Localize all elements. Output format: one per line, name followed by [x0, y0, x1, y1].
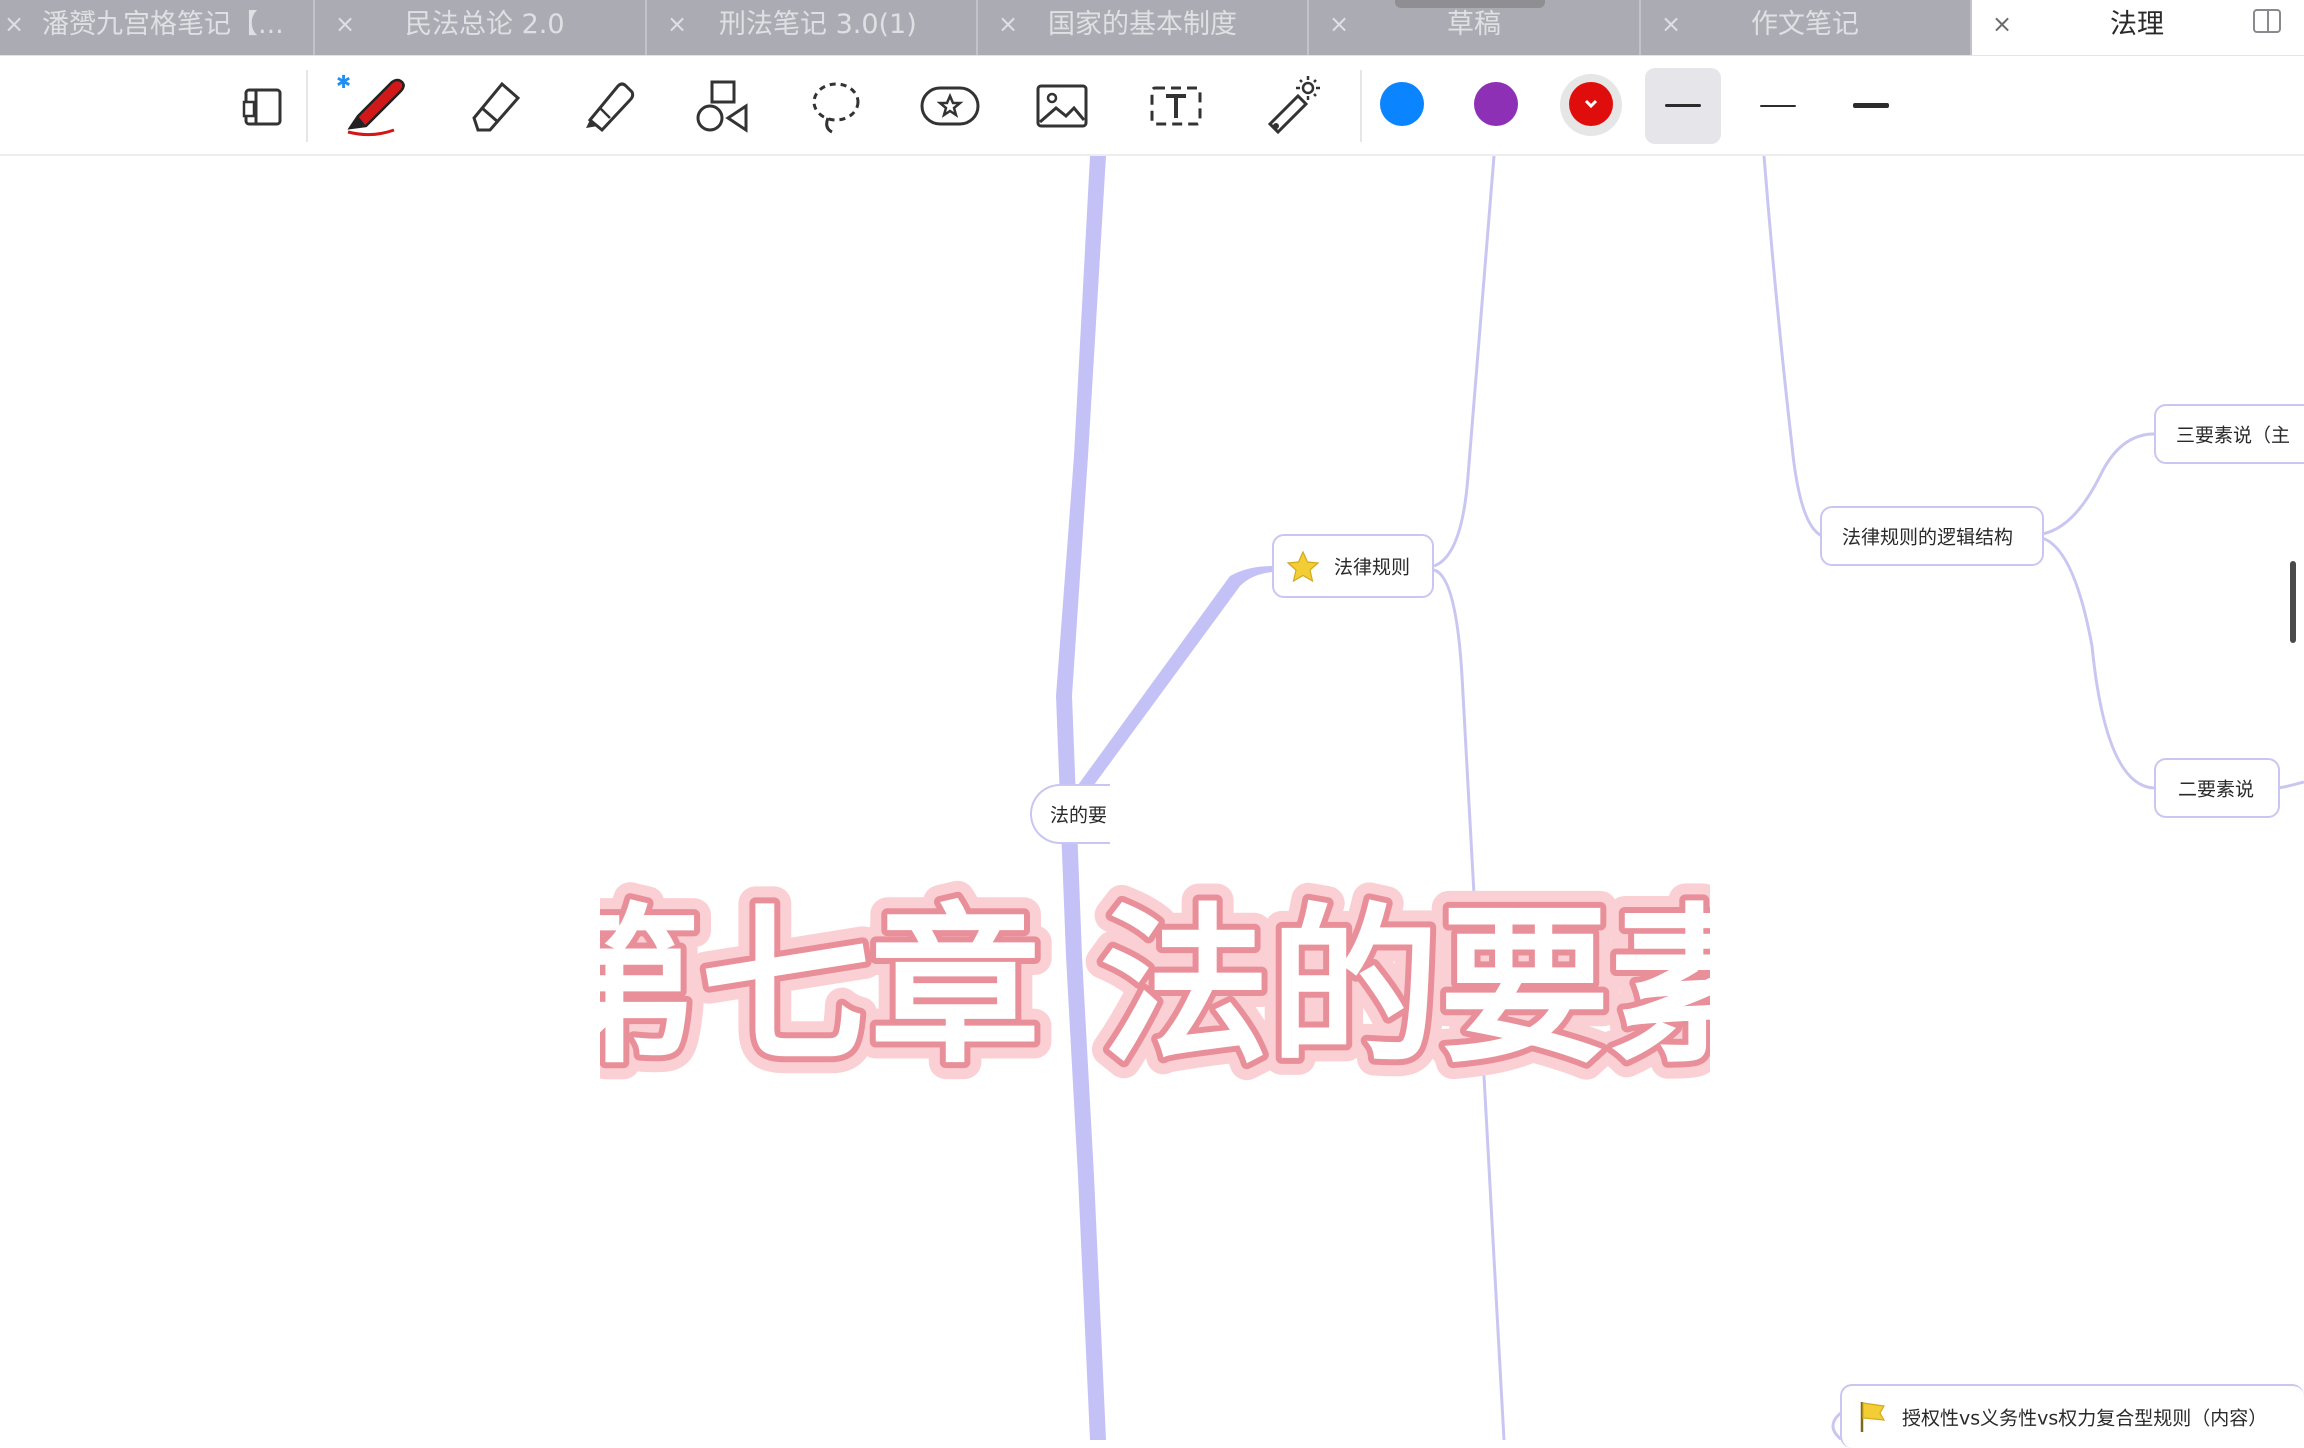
- chevron-down-icon: [1584, 99, 1598, 109]
- color-swatch-red[interactable]: [1569, 82, 1613, 126]
- branch-rule-up: [1433, 156, 1496, 568]
- tab-close-icon[interactable]: ×: [2, 10, 26, 38]
- stroke-preview: [1665, 104, 1701, 107]
- stroke-preview: [1853, 103, 1889, 108]
- multitask-handle[interactable]: [1395, 0, 1545, 8]
- mindmap-canvas[interactable]: 法的要 法律规则 法律规则的逻辑结构 三要素说（主 二要素说 授权性vs义务性v…: [0, 156, 2304, 1448]
- branch-to-two: [2041, 536, 2155, 790]
- lasso-icon[interactable]: [798, 68, 874, 144]
- tab-label: 国家的基本制度: [1048, 9, 1237, 40]
- node-label: 法律规则: [1334, 556, 1411, 579]
- mindmap-node-rule[interactable]: 法律规则: [1272, 534, 1434, 598]
- image-icon[interactable]: [1024, 68, 1100, 144]
- tab-close-icon[interactable]: ×: [665, 10, 689, 38]
- stroke-width-thick[interactable]: [1833, 68, 1909, 144]
- flag-icon: [1860, 1402, 1886, 1432]
- laser-pointer-icon[interactable]: [1252, 68, 1328, 144]
- mindmap-node-three-elements[interactable]: 三要素说（主: [2154, 404, 2304, 464]
- tab-label: 法理: [2110, 9, 2164, 40]
- drawing-toolbar: ✱: [0, 56, 2304, 156]
- branch-to-three: [2041, 432, 2155, 536]
- chapter-title-text: 第七章 法的要素: [600, 889, 1710, 1087]
- mindmap-node-central[interactable]: 法的要: [1030, 784, 1110, 844]
- split-view-icon[interactable]: [2252, 8, 2282, 34]
- tab-close-icon[interactable]: ×: [1659, 10, 1683, 38]
- tab-label: 作文笔记: [1751, 9, 1859, 40]
- node-label: 法律规则的逻辑结构: [1842, 526, 2014, 549]
- tab-label: 潘赟九宫格笔记【...: [42, 9, 284, 40]
- highlighter-icon[interactable]: [570, 68, 646, 144]
- node-label: 授权性vs义务性vs权力复合型规则（内容）: [1902, 1407, 2268, 1430]
- tab-5[interactable]: × 作文笔记: [1641, 0, 1972, 55]
- tab-label: 草稿: [1447, 9, 1501, 40]
- branch-logic-up: [1762, 156, 1823, 538]
- mindmap-branches: [1056, 156, 2304, 1440]
- tab-2[interactable]: × 刑法笔记 3.0(1): [647, 0, 978, 55]
- mindmap-node-logic-structure[interactable]: 法律规则的逻辑结构: [1820, 506, 2044, 566]
- branch-to-rule: [1070, 566, 1272, 804]
- eraser-icon[interactable]: [456, 68, 532, 144]
- mindmap-node-rule-types[interactable]: 授权性vs义务性vs权力复合型规则（内容）: [1840, 1384, 2304, 1448]
- pen-icon[interactable]: ✱: [336, 68, 412, 144]
- star-icon: [1286, 550, 1320, 583]
- node-label: 三要素说（主: [2176, 424, 2291, 447]
- color-swatch-blue[interactable]: [1380, 82, 1424, 126]
- tab-bar: × 潘赟九宫格笔记【... × 民法总论 2.0 × 刑法笔记 3.0(1) ×…: [0, 0, 2304, 56]
- tab-close-icon[interactable]: ×: [1327, 10, 1351, 38]
- sticker-icon[interactable]: [912, 68, 988, 144]
- toolbar-divider: [306, 70, 308, 142]
- tab-close-icon[interactable]: ×: [1990, 10, 2014, 38]
- text-box-icon[interactable]: [1138, 68, 1214, 144]
- tab-close-icon[interactable]: ×: [996, 10, 1020, 38]
- color-swatch-purple[interactable]: [1474, 82, 1518, 126]
- shapes-icon[interactable]: [684, 68, 760, 144]
- page-view-icon[interactable]: [224, 68, 300, 144]
- node-label: 二要素说: [2178, 778, 2255, 801]
- tab-close-icon[interactable]: ×: [333, 10, 357, 38]
- mindmap-node-two-elements[interactable]: 二要素说: [2154, 758, 2280, 818]
- node-label: 法的要: [1050, 804, 1108, 827]
- tab-1[interactable]: × 民法总论 2.0: [315, 0, 647, 55]
- branch-two-right: [2277, 780, 2304, 790]
- chapter-title-overlay: 第七章 法的要素 第七章 法的要素 第七章 法的要素: [600, 876, 1710, 1104]
- stroke-width-medium[interactable]: [1645, 68, 1721, 144]
- svg-text:✱: ✱: [336, 72, 351, 93]
- scrollbar-thumb[interactable]: [2290, 561, 2296, 643]
- stroke-preview: [1760, 105, 1796, 107]
- tab-3[interactable]: × 国家的基本制度: [978, 0, 1309, 55]
- tab-label: 民法总论 2.0: [405, 9, 565, 40]
- tab-0[interactable]: × 潘赟九宫格笔记【...: [0, 0, 315, 55]
- stroke-width-thin[interactable]: [1740, 68, 1816, 144]
- toolbar-divider: [1360, 70, 1362, 142]
- tab-label: 刑法笔记 3.0(1): [719, 9, 917, 40]
- tab-4[interactable]: × 草稿: [1309, 0, 1641, 55]
